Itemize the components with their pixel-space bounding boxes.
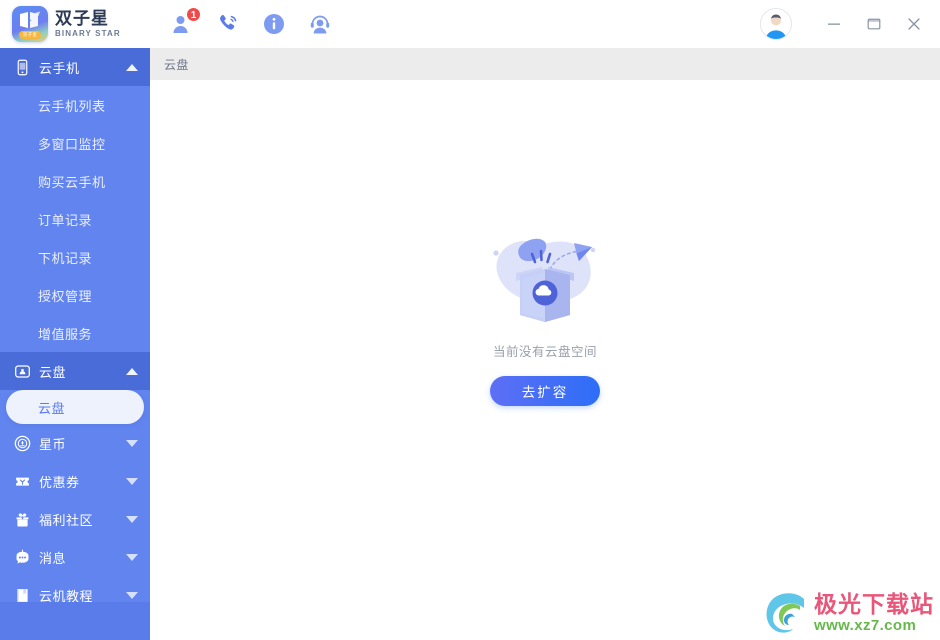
sidebar-section-label: 云机教程 xyxy=(39,588,94,603)
brand-text: 双子星 BINARY STAR xyxy=(55,10,121,38)
sidebar-item-云盘[interactable]: 云盘 xyxy=(6,390,144,424)
breadcrumb: 云盘 xyxy=(150,48,940,80)
sidebar-item-多窗口监控[interactable]: 多窗口监控 xyxy=(0,124,150,162)
contacts-badge-count: 1 xyxy=(186,7,201,22)
sidebar-section-消息[interactable]: 消息 xyxy=(0,538,150,576)
sidebar-item-下机记录[interactable]: 下机记录 xyxy=(0,238,150,276)
watermark-text: 极光下载站 www.xz7.com xyxy=(814,591,934,634)
sidebar-section-云手机[interactable]: 云手机 xyxy=(0,48,150,86)
logo-glyph-icon xyxy=(20,11,40,28)
phone-icon[interactable] xyxy=(216,12,240,36)
watermark: 极光下载站 www.xz7.com xyxy=(762,590,934,636)
coin-icon xyxy=(14,435,31,452)
watermark-url: www.xz7.com xyxy=(814,617,917,634)
sidebar-section-福利社区[interactable]: 福利社区 xyxy=(0,500,150,538)
sidebar-item-label: 云手机列表 xyxy=(38,98,106,114)
brand-name-cn: 双子星 xyxy=(55,9,109,28)
sidebar-item-label: 增值服务 xyxy=(38,326,93,342)
sidebar-item-购买云手机[interactable]: 购买云手机 xyxy=(0,162,150,200)
main-area: 云盘 当前没有云盘空间 去扩容 极光下载站 www.xz7.com xyxy=(150,48,940,640)
sidebar-item-label: 授权管理 xyxy=(38,288,93,304)
sidebar-section-label: 云盘 xyxy=(39,364,67,380)
sidebar-item-云手机列表[interactable]: 云手机列表 xyxy=(0,86,150,124)
body: 云手机 云手机列表 多窗口监控 购买云手机 订单记录 下机记录 授权管理 增值服务 云盘 云盘 星币… xyxy=(0,48,940,640)
empty-state-message: 当前没有云盘空间 xyxy=(492,344,597,359)
sidebar-footer xyxy=(0,602,150,640)
logo-badge: 双子星 xyxy=(19,30,41,39)
minimize-button[interactable] xyxy=(814,8,854,40)
cloud-disk-icon xyxy=(14,363,31,380)
sidebar-item-label: 订单记录 xyxy=(38,212,93,228)
sidebar: 云手机 云手机列表 多窗口监控 购买云手机 订单记录 下机记录 授权管理 增值服务 云盘 云盘 星币… xyxy=(0,48,150,640)
empty-state: 当前没有云盘空间 去扩容 xyxy=(480,223,610,406)
watermark-logo-icon xyxy=(766,593,804,633)
message-icon xyxy=(14,549,31,566)
sidebar-item-label: 云盘 xyxy=(38,400,66,416)
maximize-button[interactable] xyxy=(854,8,894,40)
chevron-up-icon[interactable] xyxy=(126,367,138,375)
sidebar-item-订单记录[interactable]: 订单记录 xyxy=(0,200,150,238)
ticket-icon xyxy=(14,473,31,490)
sidebar-item-授权管理[interactable]: 授权管理 xyxy=(0,276,150,314)
phone-icon xyxy=(14,59,31,76)
sidebar-section-label: 优惠券 xyxy=(39,474,80,490)
user-avatar[interactable] xyxy=(760,8,792,40)
app-window: 双子星 双子星 BINARY STAR 1 云手机 云手机列表 多窗口监控 购买… xyxy=(0,0,940,640)
titlebar-icon-group: 1 xyxy=(170,7,332,36)
info-icon[interactable] xyxy=(262,12,286,36)
contacts-icon[interactable]: 1 xyxy=(170,7,201,36)
expand-capacity-button[interactable]: 去扩容 xyxy=(490,375,600,406)
support-headset-icon[interactable] xyxy=(308,12,332,36)
sidebar-item-label: 购买云手机 xyxy=(38,174,106,190)
app-brand: 双子星 双子星 BINARY STAR xyxy=(0,0,150,48)
sidebar-section-云机教程[interactable]: 云机教程 xyxy=(0,576,150,602)
brand-name-en: BINARY STAR xyxy=(55,29,121,38)
sidebar-section-云盘[interactable]: 云盘 xyxy=(0,352,150,390)
close-button[interactable] xyxy=(894,8,934,40)
sidebar-section-label: 星币 xyxy=(39,436,67,452)
sidebar-section-label: 云手机 xyxy=(39,60,80,76)
book-icon xyxy=(14,587,31,603)
empty-box-cloud-illustration xyxy=(493,238,596,322)
app-logo-icon: 双子星 xyxy=(12,6,48,42)
titlebar: 双子星 双子星 BINARY STAR 1 xyxy=(0,0,940,48)
sidebar-section-label: 消息 xyxy=(39,550,67,566)
sidebar-item-label: 下机记录 xyxy=(38,250,93,266)
sidebar-item-增值服务[interactable]: 增值服务 xyxy=(0,314,150,352)
watermark-site-name: 极光下载站 xyxy=(814,591,934,617)
chevron-down-icon[interactable] xyxy=(126,439,138,447)
content-panel: 当前没有云盘空间 去扩容 极光下载站 www.xz7.com xyxy=(150,80,940,640)
sidebar-section-优惠券[interactable]: 优惠券 xyxy=(0,462,150,500)
sidebar-item-label: 多窗口监控 xyxy=(38,136,106,152)
chevron-up-icon[interactable] xyxy=(126,63,138,71)
gift-icon xyxy=(14,511,31,528)
window-controls xyxy=(760,8,940,40)
sidebar-section-星币[interactable]: 星币 xyxy=(0,424,150,462)
chevron-down-icon[interactable] xyxy=(126,515,138,523)
sidebar-section-label: 福利社区 xyxy=(39,512,94,528)
breadcrumb-current[interactable]: 云盘 xyxy=(164,56,189,73)
chevron-down-icon[interactable] xyxy=(126,591,138,599)
chevron-down-icon[interactable] xyxy=(126,553,138,561)
chevron-down-icon[interactable] xyxy=(126,477,138,485)
sidebar-nav: 云手机 云手机列表 多窗口监控 购买云手机 订单记录 下机记录 授权管理 增值服务 云盘 云盘 星币… xyxy=(0,48,150,602)
